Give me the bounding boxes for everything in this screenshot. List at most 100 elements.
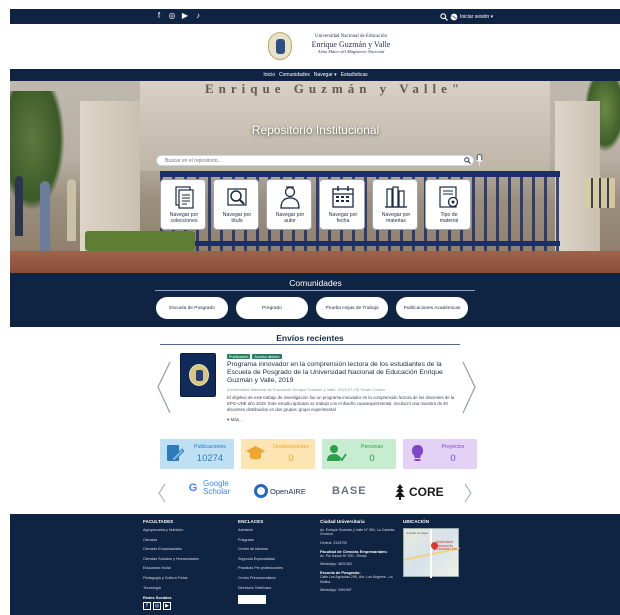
nav-inicio[interactable]: Inicio xyxy=(263,72,275,78)
material-type-icon xyxy=(439,186,459,208)
youtube-icon[interactable]: ▶ xyxy=(181,11,189,21)
instagram-icon[interactable]: ◎ xyxy=(153,602,161,611)
brand-motto: Alma Máter del Magisterio Nacional xyxy=(317,49,385,54)
recent-title: Envíos recientes xyxy=(276,333,344,343)
divider xyxy=(160,344,460,345)
core-logo[interactable]: CORE xyxy=(394,483,444,501)
hero-banner: Enrique Guzmán y Valle" Repositorio Inst… xyxy=(10,81,620,273)
footer-link[interactable]: Admisión xyxy=(238,528,283,533)
youtube-icon[interactable]: ▶ xyxy=(163,602,171,611)
footer-link[interactable]: Tecnología xyxy=(143,586,199,591)
search-input[interactable] xyxy=(165,156,455,165)
community-pregrado[interactable]: Pregrado xyxy=(236,297,308,319)
base-logo[interactable]: BASE xyxy=(332,485,367,497)
hero-ground xyxy=(10,251,620,273)
footer-faculties: FACULTADES Agropecuaria y Nutrición Cien… xyxy=(143,519,199,611)
stat-publications[interactable]: Publicaciones 10274 xyxy=(160,439,234,469)
top-bar: f ◎ ▶ ♪ Iniciar sesión ▾ xyxy=(10,9,620,24)
login-link[interactable]: Iniciar sesión ▾ xyxy=(460,14,493,20)
footer-link[interactable]: Centro Preuniversitario xyxy=(238,576,283,581)
nav-estadisticas[interactable]: Estadísticas xyxy=(341,72,368,78)
stat-label: Proyectos xyxy=(441,444,465,450)
item-abstract: El objetivo de este trabajo de investiga… xyxy=(227,395,455,412)
google-scholar-logo[interactable]: G Google Scholar xyxy=(185,480,230,496)
stat-value: 0 xyxy=(369,453,375,464)
item-badges: Publicación Acceso abierto xyxy=(227,354,282,359)
social-links: f ◎ ▶ ♪ xyxy=(155,11,202,21)
item-thumbnail[interactable] xyxy=(180,353,216,397)
stat-label: Publicaciones xyxy=(193,444,226,450)
search-icon[interactable] xyxy=(440,12,448,21)
footer-badge[interactable] xyxy=(238,595,266,605)
globe-icon[interactable] xyxy=(450,13,458,21)
stats-row: Publicaciones 10274 Organizaciones 0 Per… xyxy=(160,439,477,469)
footer-link[interactable]: Ciencias xyxy=(143,538,199,543)
footer-link[interactable]: Directorio Telefónico xyxy=(238,586,283,591)
footer-link[interactable]: Pedagogía y Cultura Física xyxy=(143,576,199,581)
stat-organizations[interactable]: Organizaciones 0 xyxy=(241,439,315,469)
footer-link[interactable]: Centro de Idiomas xyxy=(238,547,283,552)
access-badge: Acceso abierto xyxy=(252,354,282,359)
location-map[interactable]: Ampliar el mapa Universidad Nacional de … xyxy=(403,528,460,578)
carousel-next-icon[interactable] xyxy=(460,360,478,415)
stat-projects[interactable]: Proyectos 0 xyxy=(403,439,477,469)
chevron-right-icon[interactable] xyxy=(463,481,473,505)
stat-people[interactable]: Personas 0 xyxy=(322,439,396,469)
main-nav: Inicio Comunidades Navegar ▾ Estadística… xyxy=(10,69,620,81)
people-icon xyxy=(327,445,347,462)
microphone-icon[interactable] xyxy=(476,154,483,166)
footer-link[interactable]: Segunda Especialidad xyxy=(238,557,283,562)
footer-link[interactable]: Agropecuaria y Nutrición xyxy=(143,528,199,533)
books-icon xyxy=(385,186,407,208)
tile-label: Navegar por autor xyxy=(275,212,305,224)
openaire-ring-icon xyxy=(254,484,268,498)
browse-date-tile[interactable]: Navegar por fecha xyxy=(319,179,365,230)
brand-header: Universidad Nacional de Educación Enriqu… xyxy=(10,24,620,69)
nav-comunidades[interactable]: Comunidades xyxy=(279,72,310,78)
top-right-actions: Iniciar sesión ▾ xyxy=(440,10,493,23)
tile-label: Tipo de material xyxy=(439,212,459,224)
facebook-icon[interactable]: f xyxy=(155,11,163,21)
type-badge: Publicación xyxy=(227,354,251,359)
communities-list: Escuela de Posgrado Pregrado Prueba Hoja… xyxy=(156,297,468,319)
community-posgrado[interactable]: Escuela de Posgrado xyxy=(156,297,228,319)
community-hojas-trabajo[interactable]: Prueba Hojas de Trabajo xyxy=(316,297,388,319)
tiktok-icon[interactable]: ♪ xyxy=(194,11,202,21)
footer-link[interactable]: Ciencias Sociales y Humanidades xyxy=(143,557,199,562)
instagram-icon[interactable]: ◎ xyxy=(168,11,176,21)
footer-link[interactable]: Posgrado xyxy=(238,538,283,543)
organizations-icon xyxy=(246,446,265,460)
author-icon xyxy=(280,186,300,209)
carousel-prev-icon[interactable] xyxy=(155,360,173,415)
stat-value: 0 xyxy=(288,453,294,464)
community-publicaciones[interactable]: Publicaciones Académicas xyxy=(396,297,468,319)
browse-material-type-tile[interactable]: Tipo de material xyxy=(425,179,471,230)
partners-carousel: G Google Scholar OpenAIRE BASE CORE xyxy=(157,477,473,511)
emblem-icon xyxy=(189,364,209,386)
footer-link[interactable]: Educación Inicial xyxy=(143,566,199,571)
more-link[interactable]: ▾ Más... xyxy=(227,417,243,423)
openaire-logo[interactable]: OpenAIRE xyxy=(254,484,306,498)
footer-link[interactable]: Ciencias Empresariales xyxy=(143,547,199,552)
item-title[interactable]: Programa innovador en la comprensión lec… xyxy=(227,361,460,385)
tile-label: Navegar por fecha xyxy=(328,212,358,224)
social-title: Redes Sociales xyxy=(143,595,172,601)
footer-heading: FACULTADES xyxy=(143,519,174,524)
footer-link[interactable]: Prácticas Pre profesionales xyxy=(238,566,283,571)
hero-engraving: Enrique Guzmán y Valle" xyxy=(205,81,465,96)
nav-navegar[interactable]: Navegar ▾ xyxy=(314,72,337,78)
map-expand-link[interactable]: Ampliar el mapa xyxy=(406,531,428,535)
hero-gate-bottom xyxy=(160,241,560,246)
browse-collections-tile[interactable]: Navegar por colecciones xyxy=(160,179,206,230)
facebook-icon[interactable]: f xyxy=(143,602,151,611)
chevron-left-icon[interactable] xyxy=(157,481,167,505)
browse-subjects-tile[interactable]: Navegar por materias xyxy=(372,179,418,230)
browse-author-tile[interactable]: Navegar por autor xyxy=(266,179,312,230)
search-icon[interactable] xyxy=(464,157,471,164)
stat-value: 0 xyxy=(450,453,456,464)
repository-search xyxy=(156,155,474,166)
university-logo[interactable] xyxy=(268,32,292,60)
brand-line-2: Enrique Guzmán y Valle xyxy=(311,40,391,49)
hero-grass xyxy=(85,231,195,251)
browse-title-tile[interactable]: Navegar por título xyxy=(213,179,259,230)
